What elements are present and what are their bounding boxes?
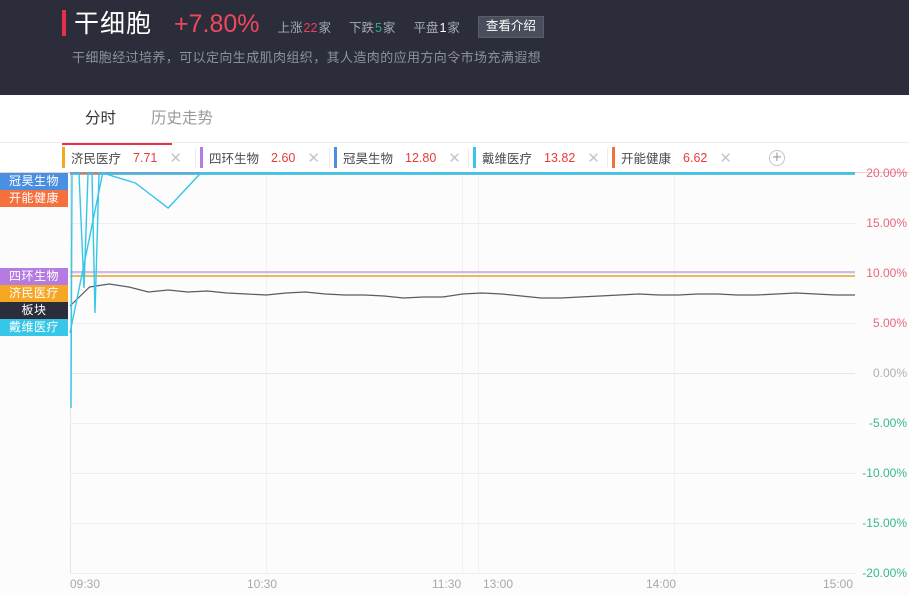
page-title: 干细胞 (74, 10, 153, 38)
chip-stock-price: 13.82 (544, 150, 576, 165)
series-line-戴维医疗-riser (70, 173, 855, 409)
chart-y-tick-label: 20.00% (866, 166, 907, 180)
chip-color-bar (200, 147, 203, 168)
stock-chip-4[interactable]: 戴维医疗 13.82 ✕ (473, 143, 608, 172)
header-title-row: 干细胞 +7.80% 上涨22家 下跌5家 平盘1家 查看介绍 (62, 6, 544, 43)
chip-stock-name: 戴维医疗 (482, 152, 533, 166)
chart-x-tick-label: 14:00 (646, 577, 677, 591)
stat-down-label: 下跌 (348, 21, 374, 35)
chart-y-tick-label: 5.00% (872, 316, 907, 330)
chart-x-tick-label: 15:00 (823, 577, 854, 591)
chip-separator (607, 148, 608, 167)
chip-close-icon[interactable]: ✕ (587, 150, 600, 165)
chart-x-tick-label: 13:00 (483, 577, 514, 591)
stat-up-unit: 家 (318, 21, 331, 35)
stat-down: 下跌5家 (349, 13, 395, 43)
chart-x-tick-label: 11:30 (432, 577, 462, 591)
chip-stock-price: 7.71 (133, 150, 158, 165)
stat-flat-count: 1 (439, 21, 447, 35)
stock-chip-3[interactable]: 冠昊生物 12.80 ✕ (334, 143, 469, 172)
chip-stock-name: 济民医疗 (71, 152, 122, 166)
chip-color-bar (334, 147, 337, 168)
chip-color-bar (473, 147, 476, 168)
chart-plot[interactable] (69, 172, 855, 574)
chart-gridline (70, 573, 855, 574)
chip-stock-name: 冠昊生物 (343, 152, 394, 166)
chip-close-icon[interactable]: ✕ (169, 150, 182, 165)
stock-chip-5[interactable]: 开能健康 6.62 ✕ (612, 143, 742, 172)
chip-stock-price: 12.80 (405, 150, 437, 165)
chip-stock-name: 开能健康 (621, 152, 672, 166)
chart-y-tick-label: 0.00% (872, 366, 907, 380)
chip-active-underline (62, 143, 172, 145)
chart-x-tick-label: 10:30 (247, 577, 278, 591)
series-line-板块 (69, 283, 855, 307)
series-line-戴维医疗 (69, 172, 855, 334)
add-stock-button[interactable]: + (769, 150, 785, 166)
view-intro-button[interactable]: 查看介绍 (477, 16, 544, 38)
chip-color-bar (62, 147, 65, 168)
series-tag-板块[interactable]: 板块 (0, 302, 68, 319)
page-header: 干细胞 +7.80% 上涨22家 下跌5家 平盘1家 查看介绍 干细胞经过培养，… (0, 0, 909, 95)
chip-separator (468, 148, 469, 167)
stat-flat-unit: 家 (447, 21, 460, 35)
sector-description: 干细胞经过培养，可以定向生成肌肉组织，其人造肉的应用方向令市场充满遐想 (72, 50, 542, 65)
stat-up: 上涨22家 (278, 13, 331, 43)
chart-y-tick-label: -15.00% (862, 516, 907, 530)
stat-flat: 平盘1家 (413, 13, 459, 43)
chip-color-bar (612, 147, 615, 168)
stock-chip-row: 济民医疗 7.71 ✕ 四环生物 2.60 ✕ 冠昊生物 12.80 ✕ 戴维医疗 13.82 ✕ 开能… (0, 143, 909, 173)
change-percent: +7.80% (174, 10, 260, 38)
stat-up-count: 22 (303, 21, 318, 35)
stat-flat-label: 平盘 (413, 21, 439, 35)
chart-area: 20.00% 15.00% 10.00% 5.00% 0.00% -5.00% -10.00… (0, 167, 909, 595)
chart-x-tick-label: 09:30 (70, 577, 101, 591)
chart-y-tick-label: 10.00% (866, 266, 907, 280)
chart-y-tick-label: -20.00% (862, 566, 907, 580)
stock-chip-1[interactable]: 济民医疗 7.71 ✕ (62, 143, 196, 172)
stat-down-count: 5 (374, 21, 382, 35)
title-accent-bar (62, 10, 66, 36)
stat-down-unit: 家 (382, 21, 396, 35)
series-tag-开能健康[interactable]: 开能健康 (0, 190, 68, 207)
tab-lishi[interactable]: 历史走势 (151, 109, 213, 129)
chart-y-tick-label: -5.00% (868, 416, 907, 430)
chip-close-icon[interactable]: ✕ (719, 150, 732, 165)
series-tag-四环生物[interactable]: 四环生物 (0, 268, 68, 285)
chip-stock-price: 2.60 (271, 150, 296, 165)
chip-close-icon[interactable]: ✕ (448, 150, 461, 165)
tab-fenshi[interactable]: 分时 (85, 109, 116, 129)
stat-up-label: 上涨 (277, 21, 303, 35)
tab-bar: 分时 历史走势 (0, 95, 909, 143)
series-tag-戴维医疗[interactable]: 戴维医疗 (0, 319, 68, 336)
series-tag-济民医疗[interactable]: 济民医疗 (0, 285, 68, 302)
chart-y-tick-label: 15.00% (866, 216, 907, 230)
chip-stock-name: 四环生物 (209, 152, 260, 166)
chip-stock-price: 6.62 (683, 150, 708, 165)
series-tag-冠昊生物[interactable]: 冠昊生物 (0, 173, 68, 190)
chip-close-icon[interactable]: ✕ (307, 150, 320, 165)
chip-separator (195, 148, 196, 167)
chart-y-tick-label: -10.00% (862, 466, 907, 480)
stock-chip-2[interactable]: 四环生物 2.60 ✕ (200, 143, 330, 172)
chip-separator (329, 148, 330, 167)
chart-series-lines (69, 172, 855, 409)
